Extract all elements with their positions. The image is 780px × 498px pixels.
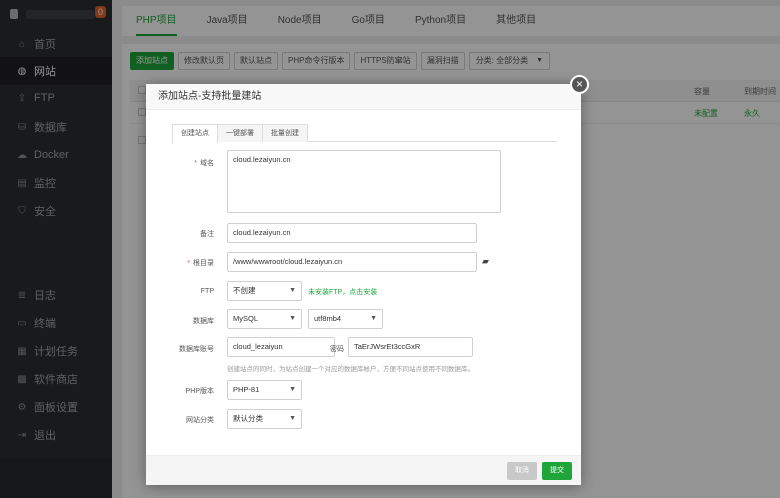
- ftp-label: FTP: [200, 288, 214, 295]
- dialog-title: 添加站点-支持批量建站: [146, 84, 581, 110]
- php-version-value: PHP-81: [233, 385, 260, 394]
- php-version-label: PHP版本: [185, 388, 214, 395]
- folder-icon[interactable]: ▰: [482, 256, 489, 267]
- chevron-down-icon: ▼: [370, 315, 377, 322]
- submit-button[interactable]: 提交: [542, 462, 572, 480]
- dialog-tabs: 创建站点 一键部署 批量创建: [172, 124, 557, 143]
- install-ftp-link[interactable]: 未安装FTP，点击安装: [308, 287, 377, 297]
- chevron-down-icon: ▼: [289, 315, 296, 322]
- php-version-select[interactable]: PHP-81 ▼: [227, 380, 302, 400]
- ftp-select[interactable]: 不创建 ▼: [227, 281, 302, 301]
- tab-batch-create[interactable]: 批量创建: [262, 124, 308, 142]
- chevron-down-icon: ▼: [289, 415, 296, 422]
- root-dir-input[interactable]: /www/wwwroot/cloud.lezaiyun.cn: [227, 252, 477, 272]
- password-label: 密码: [330, 346, 344, 353]
- site-category-select[interactable]: 默认分类 ▼: [227, 409, 302, 429]
- ftp-select-value: 不创建: [233, 286, 256, 295]
- close-icon[interactable]: ×: [570, 75, 589, 94]
- password-input[interactable]: TaErJWsrEt3ccGxR: [348, 337, 473, 357]
- cancel-button[interactable]: 取消: [507, 462, 537, 480]
- tab-one-click-deploy[interactable]: 一键部署: [217, 124, 263, 142]
- chevron-down-icon: ▼: [289, 386, 296, 393]
- site-category-label: 网站分类: [186, 417, 214, 424]
- charset-value: utf8mb4: [314, 314, 342, 323]
- add-site-dialog: 添加站点-支持批量建站 创建站点 一键部署 批量创建 * 域名 cloud.lez…: [146, 84, 581, 485]
- remark-input[interactable]: cloud.lezaiyun.cn: [227, 223, 477, 243]
- database-type-value: MySQL: [233, 314, 259, 323]
- dialog-footer: 取消 提交: [146, 455, 581, 485]
- database-hint: 创建站点的同时，为站点创建一个对应的数据库帐户，方便不同站点使用不同数据库。: [227, 366, 474, 373]
- database-type-select[interactable]: MySQL ▼: [227, 309, 302, 329]
- site-category-value: 默认分类: [233, 414, 263, 423]
- domain-textarea[interactable]: cloud.lezaiyun.cn: [227, 150, 501, 213]
- remark-label: 备注: [200, 231, 214, 238]
- domain-label: * 域名: [194, 160, 214, 167]
- root-dir-label: * 根目录: [187, 260, 214, 267]
- database-label: 数据库: [193, 318, 214, 325]
- db-account-label: 数据库账号: [179, 346, 214, 353]
- chevron-down-icon: ▼: [289, 287, 296, 294]
- charset-select[interactable]: utf8mb4 ▼: [308, 309, 383, 329]
- tab-create-site[interactable]: 创建站点: [172, 124, 218, 143]
